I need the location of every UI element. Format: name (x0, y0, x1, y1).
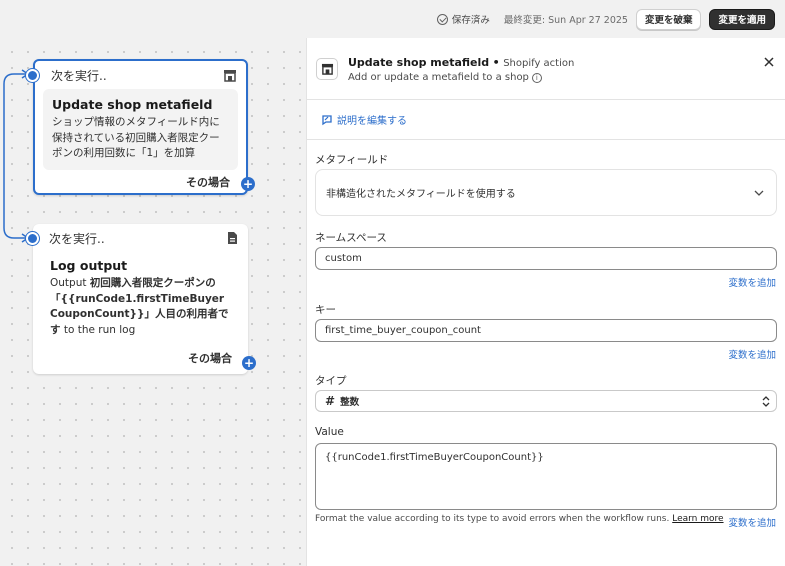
add-step-icon[interactable]: + (242, 356, 256, 370)
metafield-select[interactable]: 非構造化されたメタフィールドを使用する (315, 169, 777, 216)
namespace-label: ネームスペース (315, 232, 387, 244)
add-variable-link-key[interactable]: 変数を追加 (728, 347, 776, 361)
panel-subtitle: Add or update a metafield to a shop i (348, 72, 542, 83)
card-description: ショップ情報のメタフィールド内に保持されている初回購入者限定クーポンの利用回数に… (52, 116, 220, 159)
close-icon[interactable] (763, 56, 775, 68)
key-value: first_time_buyer_coupon_count (325, 325, 481, 336)
run-next-label: 次を実行.. (51, 68, 107, 83)
learn-more-link[interactable]: Learn more (672, 514, 723, 524)
store-icon (316, 58, 338, 80)
panel-title: Update shop metafield • Shopify action (348, 56, 574, 69)
add-variable-link-value[interactable]: 変数を追加 (728, 515, 776, 529)
card-footer: その場合 (33, 346, 248, 370)
metafield-label: メタフィールド (315, 154, 389, 166)
title-separator: • (492, 56, 500, 69)
card-header: 次を実行.. (35, 61, 246, 89)
key-label: キー (315, 304, 336, 316)
namespace-input[interactable]: custom (315, 247, 777, 270)
add-variable-link-namespace[interactable]: 変数を追加 (728, 275, 776, 289)
discard-changes-button[interactable]: 変更を破棄 (635, 8, 702, 30)
connector-dot[interactable] (26, 69, 39, 82)
card-footer: その場合 (35, 170, 246, 194)
card-body: Log output Output 初回購入者限定クーポンの「{{runCode… (41, 252, 240, 346)
last-modified: 最終変更: Sun Apr 27 2025 (503, 15, 628, 26)
desc-prefix: Output (50, 277, 90, 289)
value-label: Value (315, 426, 344, 438)
desc-suffix: to the run log (60, 323, 136, 336)
saved-label: 保存済み (451, 15, 490, 26)
value-hint: Format the value according to its type t… (315, 514, 724, 524)
namespace-value: custom (325, 253, 362, 264)
key-input[interactable]: first_time_buyer_coupon_count (315, 319, 777, 342)
workflow-canvas[interactable]: 次を実行.. Update shop metafield ショップ情報のメタフィ… (0, 38, 306, 566)
condition-label: その場合 (186, 175, 230, 189)
value-textarea[interactable]: {{runCode1.firstTimeBuyerCouponCount}} (315, 443, 777, 510)
type-label: タイプ (315, 375, 347, 387)
card-body: Update shop metafield ショップ情報のメタフィールド内に保持… (43, 89, 238, 170)
action-app: Shopify action (503, 58, 575, 69)
step-settings-panel: Update shop metafield • Shopify action A… (306, 38, 785, 566)
info-icon[interactable]: i (531, 72, 542, 83)
connector-dot[interactable] (26, 232, 39, 245)
action-subtitle: Add or update a metafield to a shop (348, 72, 529, 83)
top-bar: 保存済み 最終変更: Sun Apr 27 2025 変更を破棄 変更を適用 (0, 0, 785, 38)
step-card-log-output[interactable]: 次を実行.. Log output Output 初回購入者限定クーポンの「{{… (26, 224, 256, 374)
saved-status: 保存済み (436, 12, 490, 26)
step-card-update-metafield[interactable]: 次を実行.. Update shop metafield ショップ情報のメタフィ… (26, 59, 255, 195)
apply-changes-button[interactable]: 変更を適用 (709, 8, 775, 30)
edit-description-label: 説明を編集する (337, 116, 407, 127)
card-description: Output 初回購入者限定クーポンの「{{runCode1.firstTime… (50, 276, 231, 338)
edit-comment-icon (322, 114, 332, 125)
metafield-value: 非構造化されたメタフィールドを使用する (326, 189, 516, 200)
hash-icon: # (325, 394, 336, 408)
add-step-icon[interactable]: + (241, 177, 255, 191)
type-select[interactable]: # 整数 (315, 390, 777, 412)
value-hint-text: Format the value according to its type t… (315, 514, 670, 524)
run-next-label: 次を実行.. (49, 231, 105, 246)
document-icon (224, 230, 240, 246)
store-icon (222, 67, 238, 83)
edit-description-link[interactable]: 説明を編集する (307, 100, 785, 140)
card-title: Update shop metafield (52, 97, 213, 112)
chevron-down-icon (754, 190, 764, 196)
value-text: {{runCode1.firstTimeBuyerCouponCount}} (325, 452, 544, 463)
panel-header: Update shop metafield • Shopify action A… (307, 38, 785, 100)
action-title: Update shop metafield (348, 56, 490, 69)
chevron-up-down-icon (762, 395, 770, 407)
type-selected: # 整数 (325, 394, 359, 408)
condition-label: その場合 (188, 352, 232, 365)
type-value: 整数 (340, 397, 360, 408)
card-title: Log output (50, 258, 128, 273)
card-header: 次を実行.. (33, 224, 248, 252)
check-circle-icon (436, 13, 448, 25)
